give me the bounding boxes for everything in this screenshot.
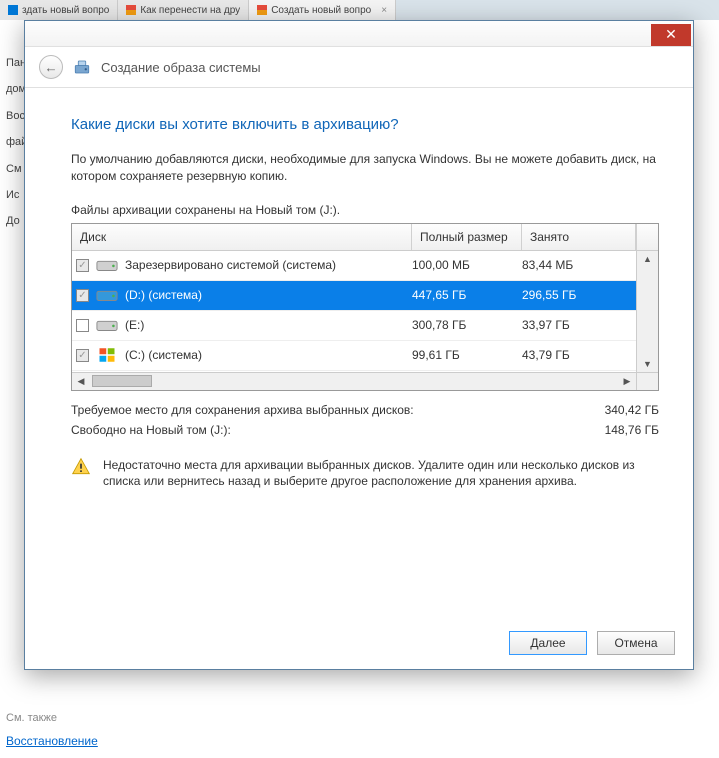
dialog-header: ← Создание образа системы [25,47,693,88]
close-button[interactable]: ✕ [651,24,691,46]
next-button[interactable]: Далее [509,631,587,655]
scroll-track[interactable] [637,267,658,356]
cancel-button[interactable]: Отмена [597,631,675,655]
titlebar: ✕ [25,21,693,47]
see-also-label: См. также [6,712,98,724]
scroll-right-icon[interactable]: ▶ [618,373,636,390]
cell-disk: (D:) (система) [72,286,412,304]
cell-used: 296,55 ГБ [522,288,636,302]
disk-label: (E:) [125,318,144,332]
cell-used: 43,79 ГБ [522,348,636,362]
cell-used: 83,44 МБ [522,258,636,272]
table-body: Зарезервировано системой (система) 100,00… [72,251,636,372]
hscroll-thumb[interactable] [92,375,152,387]
scroll-up-icon[interactable]: ▲ [637,251,658,267]
cell-full-size: 300,78 ГБ [412,318,522,332]
cell-used: 33,97 ГБ [522,318,636,332]
col-used[interactable]: Занято [522,224,636,250]
scroll-left-icon[interactable]: ◀ [72,373,90,390]
row-checkbox[interactable] [76,319,89,332]
drive-icon [95,316,119,334]
free-space-label: Свободно на Новый том (J:): [71,423,231,437]
browser-tabs: здать новый вопро Как перенести на дру С… [0,0,719,20]
drive-icon [95,286,119,304]
table-row[interactable]: (D:) (система) 447,65 ГБ296,55 ГБ [72,281,636,311]
row-checkbox [76,349,89,362]
scroll-corner [636,373,658,390]
cell-disk: Зарезервировано системой (система) [72,256,412,274]
arrow-left-icon: ← [44,60,57,75]
cell-full-size: 99,61 ГБ [412,348,522,362]
vertical-scrollbar[interactable]: ▲ ▼ [636,251,658,372]
warning-icon [71,457,91,491]
question-heading: Какие диски вы хотите включить в архивац… [71,116,659,133]
cell-disk: (E:) [72,316,412,334]
table-row[interactable]: (C:) (система) 99,61 ГБ43,79 ГБ [72,341,636,371]
close-tab-icon[interactable]: × [381,5,387,16]
required-space-label: Требуемое место для сохранения архива вы… [71,403,414,417]
bottom-links: См. также Восстановление [6,712,98,748]
description-text: По умолчанию добавляются диски, необходи… [71,151,659,185]
warning-message: Недостаточно места для архивации выбранн… [71,457,659,491]
disk-table: Диск Полный размер Занято Зарезервирован… [71,223,659,391]
free-space-value: 148,76 ГБ [605,423,659,437]
table-header: Диск Полный размер Занято [72,224,658,251]
warning-text: Недостаточно места для архивации выбранн… [103,457,659,491]
col-full-size[interactable]: Полный размер [412,224,522,250]
favicon-icon [126,5,136,15]
hscroll-track[interactable] [90,373,618,390]
cell-disk: (C:) (система) [72,346,412,364]
favicon-icon [8,5,18,15]
table-row[interactable]: (E:) 300,78 ГБ33,97 ГБ [72,311,636,341]
space-info: Требуемое место для сохранения архива вы… [71,403,659,443]
favicon-icon [257,5,267,15]
required-space-value: 340,42 ГБ [605,403,659,417]
row-checkbox [76,259,89,272]
disk-label: (D:) (система) [125,288,202,302]
tab-label: Как перенести на дру [140,5,240,16]
browser-tab[interactable]: Создать новый вопро × [249,0,396,20]
backup-icon [73,58,91,76]
saved-location: Файлы архивации сохранены на Новый том (… [71,203,659,217]
disk-label: Зарезервировано системой (система) [125,258,336,272]
cell-full-size: 447,65 ГБ [412,288,522,302]
browser-tab[interactable]: Как перенести на дру [118,0,249,20]
system-image-dialog: ✕ ← Создание образа системы Какие диски … [24,20,694,670]
disk-label: (C:) (система) [125,348,202,362]
vscroll-header-spacer [636,224,658,250]
col-disk[interactable]: Диск [72,224,412,250]
restore-link[interactable]: Восстановление [6,734,98,748]
dialog-content: Какие диски вы хотите включить в архивац… [25,88,693,617]
cell-full-size: 100,00 МБ [412,258,522,272]
back-button[interactable]: ← [39,55,63,79]
tab-label: здать новый вопро [22,5,109,16]
drive-icon [95,256,119,274]
dialog-footer: Далее Отмена [25,617,693,669]
tab-label: Создать новый вопро [271,5,371,16]
row-checkbox [76,289,89,302]
browser-tab[interactable]: здать новый вопро [0,0,118,20]
horizontal-scrollbar[interactable]: ◀ ▶ [72,372,658,390]
windows-icon [95,346,119,364]
dialog-title: Создание образа системы [101,60,261,75]
table-row[interactable]: Зарезервировано системой (система) 100,00… [72,251,636,281]
close-icon: ✕ [665,26,677,43]
scroll-down-icon[interactable]: ▼ [637,356,658,372]
